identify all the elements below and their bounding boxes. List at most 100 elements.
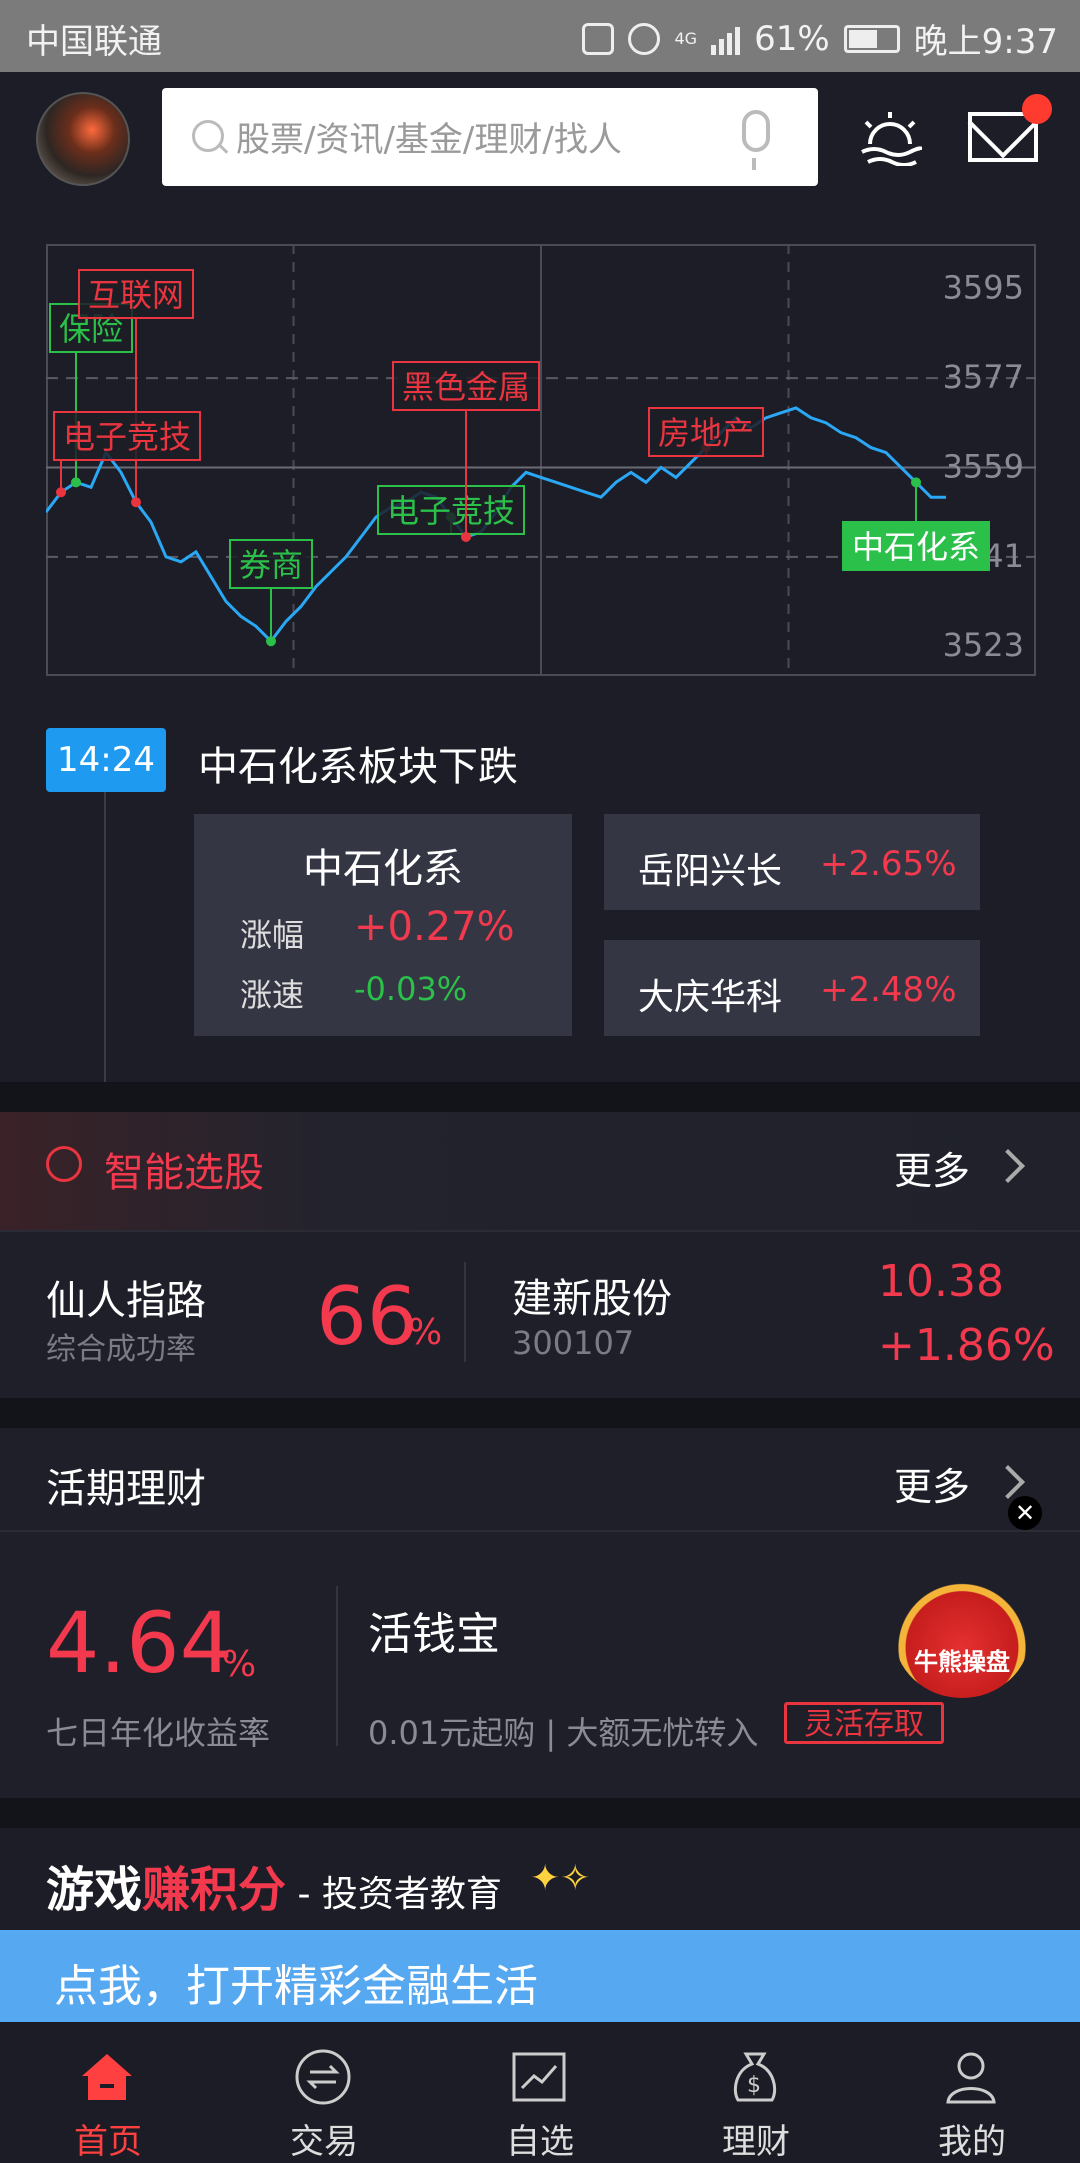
chart-y-tick: 3559 xyxy=(943,447,1024,485)
news-title[interactable]: 中石化系板块下跌 xyxy=(198,734,518,792)
alarm-icon xyxy=(628,22,661,55)
promo-banner[interactable]: 点我，打开精彩金融生活 xyxy=(0,1930,1080,2022)
search-placeholder: 股票/资讯/基金/理财/找人 xyxy=(236,120,622,160)
stock-change: +2.48% xyxy=(820,970,957,1010)
index-chart[interactable]: 35953577355935413523保险互联网电子竞技券商电子竞技黑色金属房… xyxy=(46,244,1036,676)
tab-trade[interactable]: 交易 xyxy=(216,2022,432,2162)
chart-annotation-dot xyxy=(71,477,81,488)
lightbulb-icon xyxy=(46,1146,82,1182)
stock-name: 岳阳兴长 xyxy=(638,851,783,892)
section-divider xyxy=(0,1082,1080,1112)
weather-icon[interactable] xyxy=(858,110,922,166)
product-tag: 灵活存取 xyxy=(784,1702,944,1744)
chart-icon xyxy=(512,2052,566,2102)
sector-card[interactable]: 中石化系 涨幅 +0.27% 涨速 -0.03% xyxy=(194,814,572,1036)
section-divider xyxy=(0,1398,1080,1428)
game-title-part1: 游戏 xyxy=(46,1862,143,1918)
divider xyxy=(336,1586,338,1746)
timeline-line xyxy=(104,792,106,1082)
clock: 晚上9:37 xyxy=(913,22,1058,62)
stock-change: +2.65% xyxy=(820,844,957,884)
section-divider xyxy=(0,1798,1080,1828)
mail-icon[interactable] xyxy=(968,94,1052,162)
search-box[interactable]: 股票/资讯/基金/理财/找人 xyxy=(162,88,818,186)
status-bar: 中国联通 4G 61% 晚上9:37 xyxy=(0,0,1080,72)
success-rate-unit: % xyxy=(408,1312,443,1353)
unread-dot xyxy=(1022,94,1052,124)
chart-annotation-dot xyxy=(131,497,141,508)
speed-value: -0.03% xyxy=(354,970,468,1008)
finance-title: 活期理财 xyxy=(46,1466,206,1512)
battery-icon xyxy=(843,24,900,53)
chart-annotation-label: 券商 xyxy=(239,546,303,584)
product-desc: 0.01元起购 | 大额无忧转入 xyxy=(368,1714,759,1752)
exchange-icon xyxy=(295,2049,351,2105)
yield-rate: 4.64 xyxy=(46,1594,234,1692)
divider xyxy=(464,1262,466,1362)
avatar[interactable] xyxy=(36,92,130,186)
chart-annotation-label: 中石化系 xyxy=(852,528,980,566)
carrier-label: 中国联通 xyxy=(26,22,162,62)
chart-annotation-dot xyxy=(461,531,471,542)
chart-y-tick: 3577 xyxy=(943,358,1024,396)
status-icons: 4G 61% 晚上9:37 xyxy=(582,14,1058,63)
game-title-part3: - 投资者教育 xyxy=(286,1874,502,1915)
bottom-tab-bar: 首页 交易 自选 $ 理财 我的 xyxy=(0,2022,1080,2162)
stock-change: +1.86% xyxy=(878,1320,1055,1371)
chart-annotation-dot xyxy=(266,636,276,647)
sector-name: 中石化系 xyxy=(303,846,463,892)
user-icon xyxy=(946,2052,996,2104)
smart-pick-title: 智能选股 xyxy=(104,1150,264,1196)
yield-label: 七日年化收益率 xyxy=(46,1714,271,1752)
strategy-sub: 综合成功率 xyxy=(46,1332,196,1367)
tab-label: 交易 xyxy=(290,2122,358,2162)
stars-icon: ✦✧ xyxy=(530,1858,591,1899)
chart-annotation-label: 互联网 xyxy=(88,276,184,314)
smart-pick-more[interactable]: 更多 xyxy=(894,1140,970,1195)
bull-bear-badge[interactable]: 牛熊操盘 xyxy=(894,1572,1030,1698)
stock-card[interactable]: 岳阳兴长 +2.65% xyxy=(604,814,980,910)
rise-value: +0.27% xyxy=(354,904,515,950)
stock-name: 建新股份 xyxy=(512,1276,672,1322)
chart-annotation-dot xyxy=(911,477,921,488)
tab-finance[interactable]: $ 理财 xyxy=(648,2022,864,2162)
promo-text: 点我，打开精彩金融生活 xyxy=(54,1961,538,2012)
news-time-badge: 14:24 xyxy=(46,728,166,792)
stock-code: 300107 xyxy=(512,1324,635,1362)
badge-label: 牛熊操盘 xyxy=(914,1648,1010,1676)
yield-unit: % xyxy=(222,1644,257,1685)
strategy-name: 仙人指路 xyxy=(46,1278,206,1324)
signal-icon xyxy=(711,23,741,55)
rise-label: 涨幅 xyxy=(240,916,305,954)
home-icon xyxy=(82,2054,132,2100)
tab-label: 理财 xyxy=(722,2122,790,2162)
tab-label: 我的 xyxy=(938,2122,1006,2162)
chart-y-tick: 3595 xyxy=(943,269,1024,307)
money-bag-icon: $ xyxy=(733,2052,777,2102)
network-label: 4G xyxy=(674,29,698,48)
tab-label: 自选 xyxy=(506,2122,574,2162)
speed-label: 涨速 xyxy=(240,976,305,1014)
chart-annotation-label: 房地产 xyxy=(658,414,754,452)
battery-percent: 61% xyxy=(754,18,830,59)
chart-y-tick: 3523 xyxy=(943,626,1024,664)
tab-label: 首页 xyxy=(74,2122,142,2162)
stock-card[interactable]: 大庆华科 +2.48% xyxy=(604,940,980,1036)
product-name: 活钱宝 xyxy=(368,1609,500,1660)
vibrate-icon xyxy=(582,22,615,55)
close-icon[interactable]: ✕ xyxy=(1008,1496,1042,1530)
search-icon xyxy=(192,120,224,152)
stock-name: 大庆华科 xyxy=(638,977,783,1018)
svg-text:$: $ xyxy=(747,2073,761,2098)
game-banner-title[interactable]: 游戏赚积分 - 投资者教育 xyxy=(46,1850,502,1920)
chart-annotation-label: 电子竞技 xyxy=(63,418,191,456)
finance-more[interactable]: 更多 xyxy=(894,1456,970,1511)
game-title-part2: 赚积分 xyxy=(142,1862,287,1918)
tab-watchlist[interactable]: 自选 xyxy=(432,2022,648,2162)
success-rate: 66 xyxy=(316,1270,418,1363)
tab-me[interactable]: 我的 xyxy=(864,2022,1080,2162)
chart-annotation-label: 电子竞技 xyxy=(387,492,515,530)
chart-annotation-label: 黑色金属 xyxy=(402,368,530,406)
tab-home[interactable]: 首页 xyxy=(0,2022,216,2162)
mic-icon[interactable] xyxy=(742,110,770,170)
